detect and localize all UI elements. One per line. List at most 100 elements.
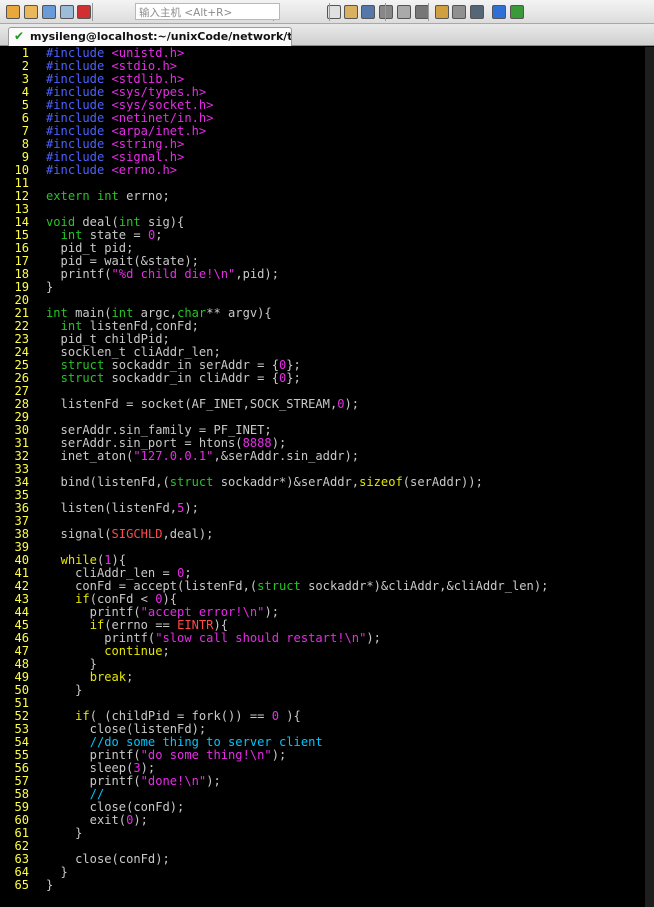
keymap-icon — [470, 5, 484, 19]
toolbar-separator — [329, 3, 330, 21]
connect-all-button[interactable] — [58, 3, 76, 21]
terminal-edge — [645, 47, 654, 907]
code-token: state = — [89, 228, 148, 242]
line-text: printf("%d child die!\n",pid); — [46, 268, 279, 281]
code-token: struct — [169, 475, 221, 489]
code-token: close(listenFd); — [46, 722, 207, 736]
code-token: <string.h> — [111, 137, 185, 151]
print-button[interactable] — [377, 3, 395, 21]
session-options-button[interactable] — [433, 3, 451, 21]
quick-connect-input[interactable]: 输入主机 <Alt+R> — [135, 3, 280, 20]
global-options-button[interactable] — [450, 3, 468, 21]
help-button[interactable] — [490, 3, 508, 21]
code-line: 60 exit(0); — [0, 814, 645, 827]
line-number: 65 — [14, 878, 29, 892]
about-button[interactable] — [508, 3, 526, 21]
code-token: inet_aton( — [46, 449, 134, 463]
connected-check-icon: ✔ — [14, 29, 25, 43]
code-token: ; — [184, 566, 192, 580]
code-token: if — [89, 618, 105, 632]
code-token: if — [75, 592, 90, 606]
help-icon — [492, 5, 506, 19]
code-token: 3 — [133, 761, 141, 775]
toolbar-separator — [92, 3, 93, 21]
code-line: 28 listenFd = socket(AF_INET,SOCK_STREAM… — [0, 398, 645, 411]
code-token: } — [46, 865, 68, 879]
print-setup-button[interactable] — [395, 3, 413, 21]
terminal-editor[interactable]: 1 #include <unistd.h> 2 #include <stdio.h> 3… — [0, 47, 654, 907]
code-token: socklen_t cliAddr_len; — [46, 345, 221, 359]
code-token: cliAddr_len = — [46, 566, 178, 580]
code-token: pid_t pid; — [46, 241, 134, 255]
code-token: pid = wait(&state); — [46, 254, 199, 268]
code-token: ( (childPid = fork()) == — [89, 709, 272, 723]
code-token: #include — [46, 72, 112, 86]
paste-icon — [344, 5, 358, 19]
code-token: #include — [46, 111, 112, 125]
code-token: "do some thing!\n" — [140, 748, 272, 762]
session-tab[interactable]: ✔ mysileng@localhost:~/unixCode/network/… — [8, 27, 292, 46]
code-token: if — [75, 709, 90, 723]
code-token: ,&serAddr.sin_addr); — [213, 449, 360, 463]
open-session-button[interactable] — [22, 3, 40, 21]
find-button[interactable] — [359, 3, 377, 21]
code-token: ){ — [111, 553, 127, 567]
code-token: ; — [126, 670, 134, 684]
line-text: listenFd = socket(AF_INET,SOCK_STREAM,0)… — [46, 397, 360, 411]
code-token: void — [46, 215, 83, 229]
code-token: #include — [46, 137, 112, 151]
code-line: 61 } — [0, 827, 645, 840]
tab-title: mysileng@localhost:~/unixCode/network/te… — [30, 30, 292, 43]
code-line: 12 extern int errno; — [0, 190, 645, 203]
paste-button[interactable] — [342, 3, 360, 21]
code-token: ); — [206, 774, 221, 788]
line-text: inet_aton("127.0.0.1",&serAddr.sin_addr)… — [46, 449, 360, 463]
code-token: ; — [155, 228, 163, 242]
code-token: <netinet/in.h> — [111, 111, 214, 125]
code-token: struct — [257, 579, 309, 593]
code-token: char — [177, 306, 207, 320]
code-token: "done!\n" — [140, 774, 207, 788]
new-session-button[interactable] — [4, 3, 22, 21]
keymap-button[interactable] — [468, 3, 486, 21]
code-token: int — [111, 306, 141, 320]
copy-button[interactable] — [325, 3, 343, 21]
code-token: ); — [271, 436, 287, 450]
tab-bar: ✔ mysileng@localhost:~/unixCode/network/… — [0, 24, 654, 46]
code-token: printf( — [46, 605, 141, 619]
code-token: extern — [46, 189, 97, 203]
new-session-icon — [6, 5, 20, 19]
code-line: 36 listen(listenFd,5); — [0, 502, 645, 515]
code-token: (conFd < — [89, 592, 156, 606]
code-token: int — [96, 189, 127, 203]
code-token: ; — [162, 644, 170, 658]
code-token: <signal.h> — [111, 150, 185, 164]
session-options-icon — [435, 5, 449, 19]
code-token: close(conFd); — [46, 800, 185, 814]
code-token: "%d child die!\n" — [111, 267, 236, 281]
reconnect-button[interactable] — [40, 3, 58, 21]
code-token: signal( — [46, 527, 112, 541]
code-token: int — [60, 319, 90, 333]
code-token: ); — [133, 813, 148, 827]
disconnect-button[interactable] — [75, 3, 93, 21]
global-options-icon — [452, 5, 466, 19]
code-token: ); — [344, 397, 360, 411]
code-token: #include — [46, 46, 112, 60]
code-token: //do some thing to server client — [89, 735, 323, 749]
code-token: sockaddr_in cliAddr = { — [111, 371, 279, 385]
line-text: signal(SIGCHLD,deal); — [46, 527, 214, 541]
code-token: ,deal); — [162, 527, 214, 541]
code-token: } — [46, 280, 54, 294]
code-token: 0 — [271, 709, 279, 723]
print-icon — [379, 5, 393, 19]
code-token: 8888 — [242, 436, 272, 450]
code-token: int — [118, 215, 148, 229]
code-token: ** argv){ — [206, 306, 272, 320]
code-token: main( — [75, 306, 112, 320]
code-token: bind(listenFd,( — [46, 475, 170, 489]
